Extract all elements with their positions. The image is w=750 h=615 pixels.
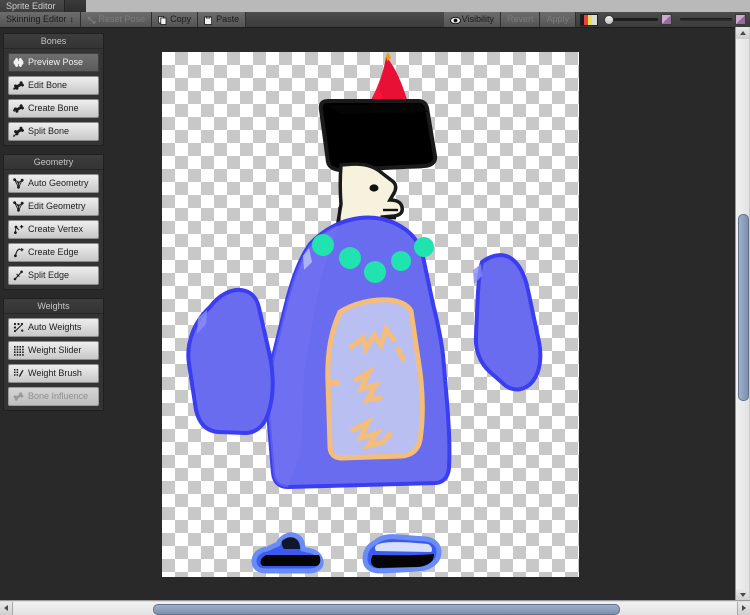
- tool-button-split-edge[interactable]: Split Edge: [8, 266, 99, 285]
- tool-button-label: Weight Slider: [28, 345, 82, 355]
- reset-pose-button[interactable]: Reset Pose: [80, 12, 153, 27]
- tool-button-edit-bone[interactable]: Edit Bone: [8, 76, 99, 95]
- copy-button[interactable]: Copy: [152, 12, 199, 27]
- weight-brush-icon: [13, 368, 24, 379]
- auto-geometry-icon: [13, 178, 24, 189]
- hat-brim: [318, 99, 438, 173]
- create-edge-icon: [13, 247, 24, 258]
- bone-preview-icon: [13, 57, 24, 68]
- bone-create-icon: [13, 103, 24, 114]
- tool-button-weight-slider[interactable]: Weight Slider: [8, 341, 99, 360]
- visibility-button[interactable]: Visibility: [443, 12, 501, 27]
- right-sleeve: [473, 253, 543, 392]
- tool-button-edit-geometry[interactable]: Edit Geometry: [8, 197, 99, 216]
- tool-group-title-bones: Bones: [4, 34, 103, 49]
- mode-dropdown-label: Skinning Editor: [6, 14, 67, 24]
- tool-button-label: Bone Influence: [28, 391, 89, 401]
- vertical-scroll-thumb[interactable]: [738, 214, 749, 401]
- size-slider-group: [676, 12, 750, 27]
- tool-button-split-bone[interactable]: Split Bone: [8, 122, 99, 141]
- sprite-editor-window: Sprite Editor Skinning Editor ↕ Reset Po…: [0, 0, 750, 615]
- body-robe: [265, 215, 452, 490]
- tool-button-label: Split Edge: [28, 270, 70, 280]
- tool-button-label: Create Edge: [28, 247, 79, 257]
- vertical-scroll-groove[interactable]: [736, 39, 749, 589]
- reset-pose-label: Reset Pose: [98, 14, 146, 24]
- tool-button-label: Edit Geometry: [28, 201, 86, 211]
- tool-button-label: Edit Bone: [28, 80, 68, 90]
- shoe-right: [362, 534, 442, 574]
- title-bar-filler: [86, 0, 750, 12]
- tool-button-weight-brush[interactable]: Weight Brush: [8, 364, 99, 383]
- edit-geometry-icon: [13, 201, 24, 212]
- editor-toolbar: Skinning Editor ↕ Reset Pose Copy Paste …: [0, 12, 750, 28]
- shoe-left: [251, 532, 324, 574]
- eye-icon: [449, 15, 461, 25]
- copy-icon: [158, 15, 167, 25]
- color-swatch-group: [576, 12, 602, 27]
- apply-button[interactable]: Apply: [540, 12, 576, 27]
- size-slider[interactable]: [680, 18, 732, 21]
- tab-sprite-editor[interactable]: Sprite Editor: [0, 0, 65, 12]
- tool-button-label: Weight Brush: [28, 368, 82, 378]
- apply-label: Apply: [546, 14, 569, 24]
- opacity-slider[interactable]: [604, 15, 658, 25]
- left-sleeve: [186, 287, 275, 436]
- toolbar-spacer: [246, 12, 444, 27]
- toolbar-right-group: Visibility Revert Apply: [443, 12, 750, 27]
- reset-pose-icon: [87, 15, 96, 24]
- tab-sprite-editor-label: Sprite Editor: [6, 1, 56, 11]
- tool-button-create-vertex[interactable]: Create Vertex: [8, 220, 99, 239]
- opacity-slider-group: [602, 12, 676, 27]
- copy-label: Copy: [170, 14, 192, 24]
- paste-label: Paste: [216, 14, 240, 24]
- create-vertex-icon: [13, 224, 24, 235]
- tool-button-label: Preview Pose: [28, 57, 84, 67]
- sprite-canvas[interactable]: [162, 52, 579, 577]
- tool-button-preview-pose[interactable]: Preview Pose: [8, 53, 99, 72]
- tool-group-title-geometry: Geometry: [4, 155, 103, 170]
- tool-button-create-bone[interactable]: Create Bone: [8, 99, 99, 118]
- visibility-label: Visibility: [461, 14, 494, 24]
- tool-button-label: Create Bone: [28, 103, 79, 113]
- bone-edit-icon: [13, 80, 24, 91]
- tool-button-create-edge[interactable]: Create Edge: [8, 243, 99, 262]
- vertical-scrollbar[interactable]: [735, 27, 750, 601]
- tool-button-label: Split Bone: [28, 126, 70, 136]
- scroll-up-button[interactable]: [736, 27, 749, 39]
- auto-weights-icon: [13, 322, 24, 333]
- weight-slider-icon: [13, 345, 24, 356]
- mode-dropdown[interactable]: Skinning Editor ↕: [0, 12, 81, 27]
- tool-button-label: Auto Geometry: [28, 178, 89, 188]
- revert-button[interactable]: Revert: [500, 12, 541, 27]
- updown-arrows-icon: ↕: [69, 15, 74, 24]
- tool-group-bones: Bones Preview Pose Edit Bone Create Bone Spl…: [3, 33, 104, 146]
- scroll-left-button[interactable]: [0, 601, 13, 615]
- tool-button-bone-influence: Bone Influence: [8, 387, 99, 406]
- bone-split-icon: [13, 126, 24, 137]
- tool-panel: Bones Preview Pose Edit Bone Create Bone Spl…: [3, 33, 104, 419]
- scroll-right-button[interactable]: [737, 601, 750, 615]
- revert-label: Revert: [506, 14, 534, 24]
- split-edge-icon: [13, 270, 24, 281]
- horizontal-scroll-groove[interactable]: [13, 601, 737, 615]
- size-slider-icon: [735, 14, 746, 25]
- color-palette-icon[interactable]: [580, 13, 598, 26]
- tool-button-label: Auto Weights: [28, 322, 82, 332]
- tool-group-title-weights: Weights: [4, 299, 103, 314]
- tool-button-auto-weights[interactable]: Auto Weights: [8, 318, 99, 337]
- paste-button[interactable]: Paste: [198, 12, 247, 27]
- paste-icon: [204, 15, 213, 25]
- tool-button-label: Create Vertex: [28, 224, 84, 234]
- tool-group-geometry: Geometry Auto Geometry Edit Geometry Create…: [3, 154, 104, 290]
- bone-influence-icon: [13, 391, 24, 402]
- horizontal-scrollbar[interactable]: [0, 600, 750, 615]
- horizontal-scroll-thumb[interactable]: [153, 603, 620, 615]
- opacity-slider-icon: [661, 14, 672, 25]
- tool-button-auto-geometry[interactable]: Auto Geometry: [8, 174, 99, 193]
- canvas-viewport[interactable]: [107, 30, 737, 595]
- character-sprite[interactable]: [162, 52, 579, 577]
- tool-group-weights: Weights Auto Weights Weight Slider Weight B…: [3, 298, 104, 411]
